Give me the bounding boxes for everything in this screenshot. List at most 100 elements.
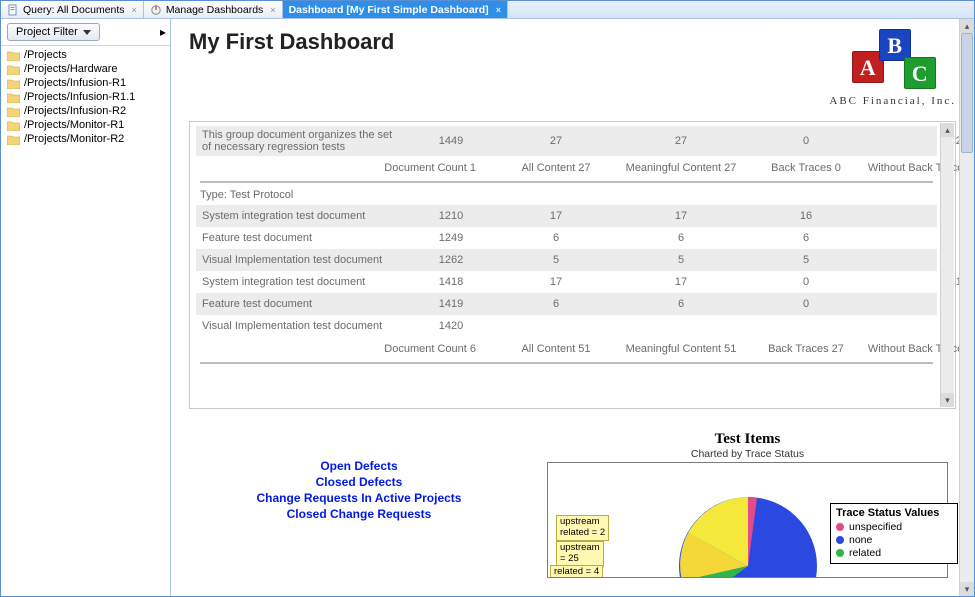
cell-back: 0 (746, 132, 866, 150)
report-link[interactable]: Open Defects (189, 459, 529, 473)
cell-id: 1210 (406, 207, 496, 225)
cell-id: 1418 (406, 273, 496, 291)
cell-meaningful: 27 (616, 132, 746, 150)
cell-all: 17 (496, 207, 616, 225)
chart-subtitle: Charted by Trace Status (539, 448, 956, 460)
cell-meaningful: 5 (616, 251, 746, 269)
app-window: Query: All Documents × Manage Dashboards… (0, 0, 975, 597)
cell-wo-back: 1 (866, 207, 974, 225)
table-row: System integration test document14181717… (196, 271, 937, 293)
sidebar-item[interactable]: /Projects (5, 48, 166, 62)
sidebar-item-label: /Projects/Infusion-R2 (24, 105, 126, 117)
sidebar-item-label: /Projects/Hardware (24, 63, 118, 75)
close-icon[interactable]: × (270, 5, 275, 15)
cell-all: 27 (496, 132, 616, 150)
project-filter-button[interactable]: Project Filter (7, 23, 100, 41)
cell-id: 1449 (406, 132, 496, 150)
close-icon[interactable]: × (496, 5, 501, 15)
report-links: Open Defects Closed Defects Change Request… (189, 431, 529, 578)
cell-meaningful: 17 (616, 207, 746, 225)
cell-id: 1420 (406, 317, 496, 335)
sidebar-item[interactable]: /Projects/Infusion-R1.1 (5, 90, 166, 104)
legend-dot-icon (836, 536, 844, 544)
sidebar-item[interactable]: /Projects/Hardware (5, 62, 166, 76)
pie-chart-icon (673, 491, 823, 578)
doc-count: Document Count 1 (196, 162, 496, 174)
panel-scrollbar[interactable]: ▴ ▾ (940, 123, 954, 407)
chart-title: Test Items (539, 431, 956, 448)
tab-manage-dashboards[interactable]: Manage Dashboards × (144, 1, 283, 18)
project-filter-label: Project Filter (16, 26, 78, 38)
table-row: System integration test document12101717… (196, 205, 937, 227)
expand-arrow-icon[interactable]: ▸ (160, 25, 166, 39)
tab-query-all-documents[interactable]: Query: All Documents × (1, 1, 144, 18)
sum-wo-back: Without Back Traces 27 (866, 162, 974, 174)
cell-meaningful (616, 323, 746, 329)
sidebar-item[interactable]: /Projects/Infusion-R1 (5, 76, 166, 90)
cell-id: 1249 (406, 229, 496, 247)
cell-back: 0 (746, 295, 866, 313)
tab-label: Query: All Documents (23, 4, 125, 16)
tab-bar: Query: All Documents × Manage Dashboards… (1, 1, 974, 19)
scroll-up-icon[interactable]: ▴ (941, 123, 954, 137)
section-type: Type: Test Protocol (200, 189, 937, 201)
folder-icon (7, 106, 20, 117)
logo-caption: ABC Financial, Inc. (829, 95, 956, 107)
group-desc: This group document organizes the set of… (196, 126, 406, 156)
close-icon[interactable]: × (132, 5, 137, 15)
sidebar: Project Filter ▸ /Projects/Projects/Hard… (1, 19, 171, 596)
legend-dot-icon (836, 523, 844, 531)
sidebar-item[interactable]: /Projects/Monitor-R1 (5, 118, 166, 132)
main-scrollbar[interactable]: ▴ ▾ (959, 19, 974, 596)
dashboard-icon (150, 4, 162, 16)
cell-back: 16 (746, 207, 866, 225)
sidebar-item[interactable]: /Projects/Monitor-R2 (5, 132, 166, 146)
sum-wo-back: Without Back Traces 24 (866, 343, 974, 355)
cell-wo-back: 27 (866, 132, 974, 150)
legend-title: Trace Status Values (836, 507, 952, 519)
summary-row-1: Document Count 1 All Content 27 Meaningf… (196, 156, 937, 178)
sidebar-item-label: /Projects/Monitor-R1 (24, 119, 124, 131)
sum-meaningful: Meaningful Content 27 (616, 162, 746, 174)
sum-all: All Content 51 (496, 343, 616, 355)
cell-all: 17 (496, 273, 616, 291)
cell-wo-back: 0 (866, 229, 974, 247)
divider (200, 362, 933, 364)
scroll-down-icon[interactable]: ▾ (960, 582, 974, 596)
cell-meaningful: 6 (616, 295, 746, 313)
legend-item: unspecified (836, 521, 952, 533)
cell-name: Feature test document (196, 295, 406, 313)
cell-wo-back: 6 (866, 295, 974, 313)
tab-dashboard-active[interactable]: Dashboard [My First Simple Dashboard] × (283, 1, 508, 18)
cell-meaningful: 17 (616, 273, 746, 291)
lower-region: Open Defects Closed Defects Change Request… (189, 431, 956, 578)
tab-label: Manage Dashboards (166, 4, 263, 16)
report-link[interactable]: Change Requests In Active Projects (189, 491, 529, 505)
scroll-down-icon[interactable]: ▾ (941, 393, 954, 407)
summary-row-2: Document Count 6 All Content 51 Meaningf… (196, 337, 937, 359)
cell-back: 6 (746, 229, 866, 247)
legend-label: none (849, 534, 872, 546)
sum-meaningful: Meaningful Content 51 (616, 343, 746, 355)
main-content: My First Dashboard A B C ABC Financial, … (171, 19, 974, 596)
report-link[interactable]: Closed Defects (189, 475, 529, 489)
folder-icon (7, 120, 20, 131)
table-row: Feature test document14196606 (196, 293, 937, 315)
cell-name: System integration test document (196, 273, 406, 291)
legend-dot-icon (836, 549, 844, 557)
cell-id: 1262 (406, 251, 496, 269)
report-link[interactable]: Closed Change Requests (189, 507, 529, 521)
logo-c-icon: C (904, 57, 936, 89)
main-panel: My First Dashboard A B C ABC Financial, … (171, 19, 974, 596)
scroll-thumb[interactable] (961, 33, 973, 153)
scroll-up-icon[interactable]: ▴ (960, 19, 974, 33)
table-row: Feature test document12496660 (196, 227, 937, 249)
doc-count: Document Count 6 (196, 343, 496, 355)
report-panel: This group document organizes the set of… (189, 121, 956, 409)
sidebar-item[interactable]: /Projects/Infusion-R2 (5, 104, 166, 118)
cell-all: 5 (496, 251, 616, 269)
divider (200, 181, 933, 183)
report-body: This group document organizes the set of… (190, 122, 955, 378)
folder-icon (7, 92, 20, 103)
dashboard-header: My First Dashboard A B C ABC Financial, … (189, 29, 956, 107)
